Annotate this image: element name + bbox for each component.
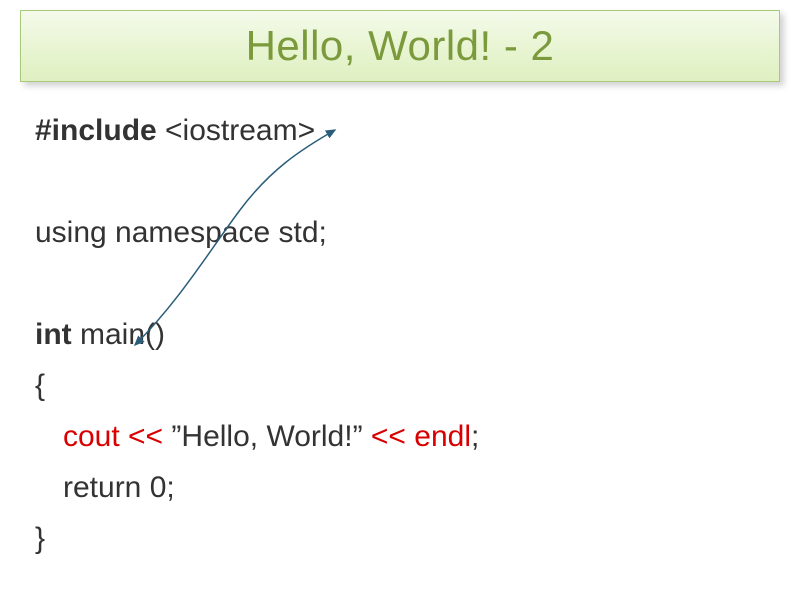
hello-string: ”Hello, World!” — [163, 420, 371, 453]
code-line-3: int main() — [35, 309, 765, 360]
code-line-7: } — [35, 513, 765, 564]
code-line-5: cout << ”Hello, World!” << endl; — [35, 411, 765, 462]
include-directive: #include — [35, 114, 157, 147]
int-keyword: int — [35, 318, 72, 351]
semicolon: ; — [471, 420, 479, 453]
code-block: #include <iostream> using namespace std;… — [35, 105, 765, 564]
title-bar: Hello, World! - 2 — [20, 10, 780, 82]
endl-op: << endl — [371, 420, 471, 453]
cout-op: cout << — [63, 420, 163, 453]
code-line-4: { — [35, 360, 765, 411]
slide-title: Hello, World! - 2 — [246, 22, 555, 70]
include-header: <iostream> — [157, 114, 315, 147]
main-fn: main() — [72, 318, 165, 351]
code-line-2: using namespace std; — [35, 207, 765, 258]
code-line-6: return 0; — [35, 462, 765, 513]
code-line-1: #include <iostream> — [35, 105, 765, 156]
